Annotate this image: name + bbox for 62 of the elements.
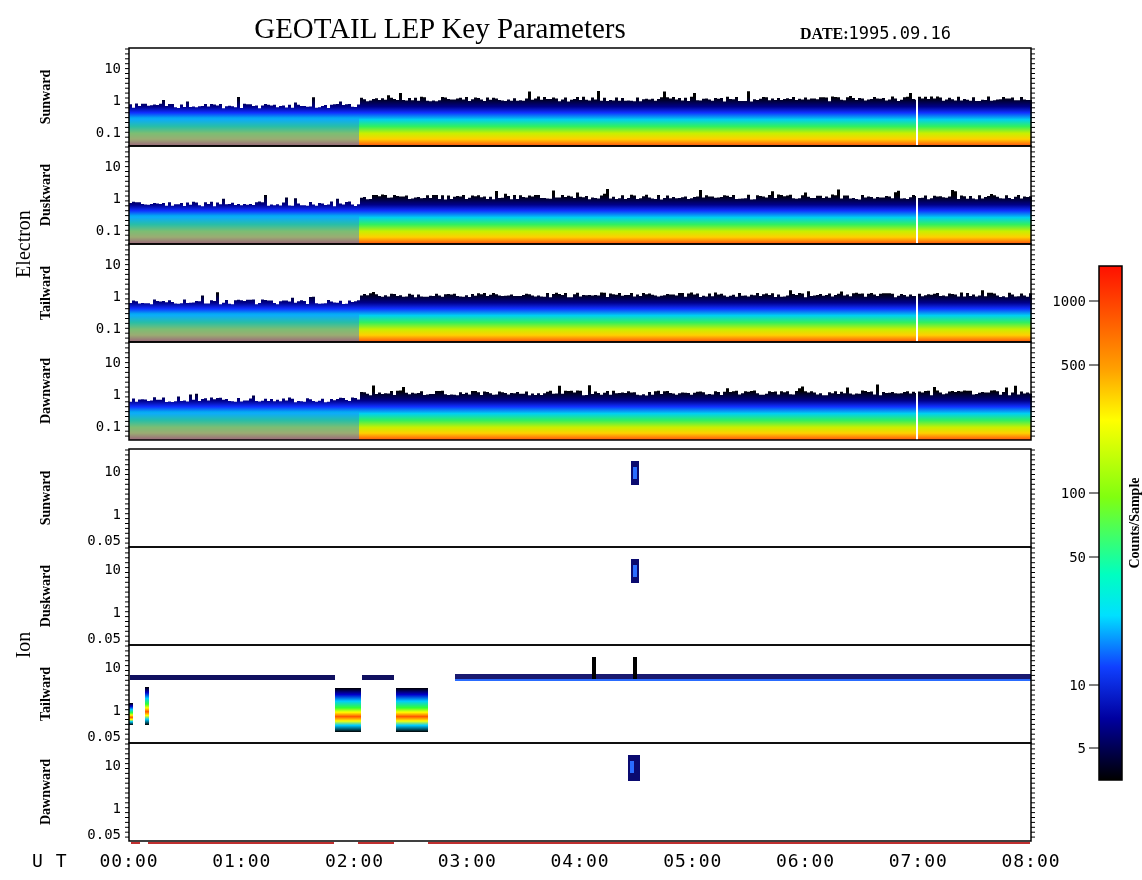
y-tick-label: 1 xyxy=(112,603,121,620)
x-tick-label: 01:00 xyxy=(212,850,272,871)
y-tick-label: 1 xyxy=(112,505,121,522)
x-tick-label: 00:00 xyxy=(99,850,159,871)
y-tick-label: 0.1 xyxy=(95,124,121,141)
x-tick-label: 06:00 xyxy=(775,850,836,871)
color-scale-tick xyxy=(1088,492,1100,494)
y-tick-label: 1 xyxy=(112,385,121,402)
y-tick-label: 10 xyxy=(104,658,121,675)
y-tick-label: 0.05 xyxy=(87,630,121,647)
color-scale-label: 50 xyxy=(1069,549,1086,565)
color-scale-label: 500 xyxy=(1060,357,1086,373)
group-label: Electron xyxy=(12,210,34,278)
x-tick-label: 04:00 xyxy=(550,850,610,871)
color-scale-tick xyxy=(1088,300,1100,302)
date-label: DATE:1995.09.16 xyxy=(800,23,951,43)
color-scale-label: 1000 xyxy=(1052,293,1086,309)
y-tick-label: 1 xyxy=(112,287,121,304)
color-scale-label: 5 xyxy=(1077,740,1086,756)
spectrogram-drawing xyxy=(631,461,639,485)
panel-label: Duskward xyxy=(38,564,53,628)
x-tick-label: 07:00 xyxy=(888,850,948,871)
y-tick-label: 1 xyxy=(112,701,121,718)
panel-label: Sunward xyxy=(38,69,53,125)
panel-label: Tailward xyxy=(38,667,53,721)
chart-title: GEOTAIL LEP Key Parameters xyxy=(254,12,626,44)
x-axis-label: U T xyxy=(32,850,68,871)
spectrogram-drawing xyxy=(628,755,640,781)
y-tick-label: 10 xyxy=(104,462,121,479)
y-tick-label: 0.1 xyxy=(95,222,121,239)
panel-label: Tailward xyxy=(38,266,53,320)
panel-label: Dawnward xyxy=(38,357,53,425)
y-tick-label: 10 xyxy=(104,756,121,773)
y-tick-label: 0.05 xyxy=(87,826,121,843)
color-scale-title: Counts/Sample xyxy=(1127,477,1142,569)
y-tick-label: 10 xyxy=(104,560,121,577)
y-tick-label: 10 xyxy=(104,255,121,272)
y-tick-label: 0.1 xyxy=(95,418,121,435)
panel-label: Dawnward xyxy=(38,758,53,826)
color-scale-tick xyxy=(1088,747,1100,749)
y-tick-label: 0.05 xyxy=(87,532,121,549)
y-tick-label: 1 xyxy=(112,189,121,206)
color-scale-tick xyxy=(1088,364,1100,366)
color-scale-tick xyxy=(1088,556,1100,558)
spectrogram-drawing xyxy=(631,559,639,583)
x-tick-label: 03:00 xyxy=(437,850,497,871)
group-label: Ion xyxy=(12,631,34,659)
x-tick-label: 05:00 xyxy=(663,850,723,871)
y-tick-label: 1 xyxy=(112,799,121,816)
color-scale-label: 100 xyxy=(1060,485,1086,501)
y-tick-label: 0.05 xyxy=(87,728,121,745)
panel-label: Sunward xyxy=(38,470,53,526)
y-tick-label: 0.1 xyxy=(95,320,121,337)
y-tick-label: 10 xyxy=(104,353,121,370)
y-tick-label: 10 xyxy=(104,157,121,174)
x-tick-label: 02:00 xyxy=(324,850,385,871)
x-tick-label: 08:00 xyxy=(1001,850,1061,871)
panel-label: Duskward xyxy=(38,163,53,227)
y-tick-label: 1 xyxy=(112,91,121,108)
color-scale-tick xyxy=(1088,684,1100,686)
y-tick-label: 10 xyxy=(104,59,121,76)
color-scale-label: 10 xyxy=(1069,677,1086,693)
